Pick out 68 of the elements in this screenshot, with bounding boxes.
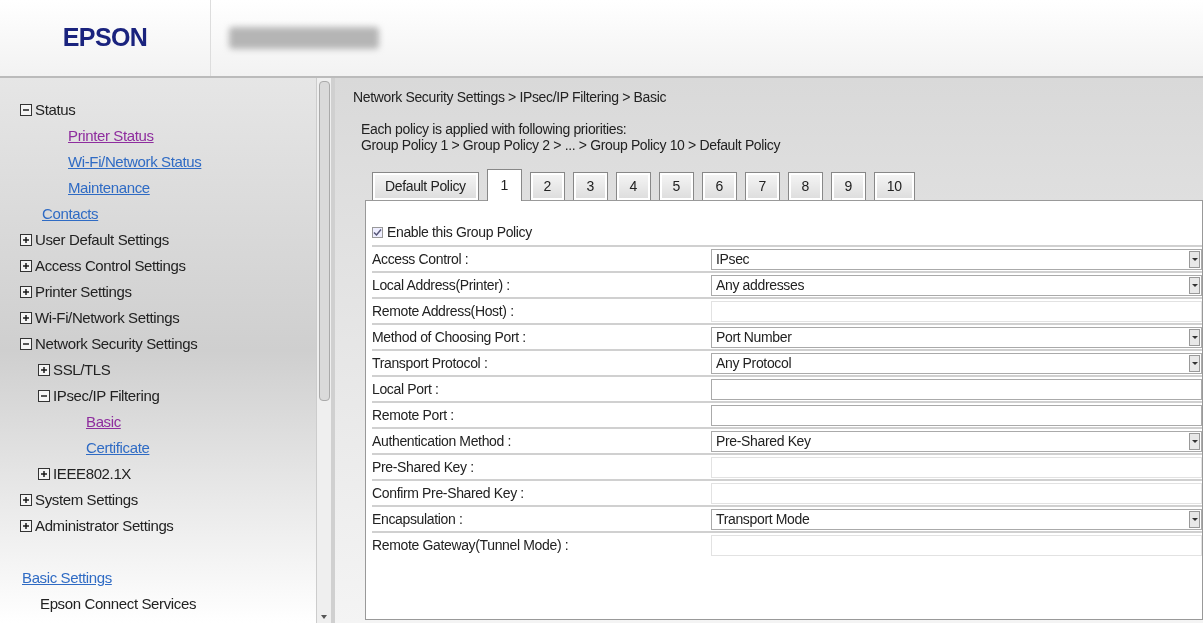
breadcrumb: Network Security Settings > IPsec/IP Filtering > Basic	[353, 88, 668, 107]
brand-logo: EPSON	[62, 22, 148, 54]
tree-item[interactable]: User Default Settings	[35, 228, 169, 252]
field-label: Confirm Pre-Shared Key :	[372, 483, 525, 503]
policy-tab[interactable]: 10	[873, 172, 915, 200]
tree-item[interactable]: Status	[35, 98, 76, 122]
policy-tab[interactable]: 4	[615, 172, 651, 200]
expand-icon[interactable]	[38, 468, 50, 480]
expand-icon[interactable]	[20, 494, 32, 506]
policy-tab[interactable]: 5	[658, 172, 694, 200]
field-label: Remote Gateway(Tunnel Mode) :	[372, 535, 570, 555]
field-label: Local Port :	[372, 379, 440, 399]
dropdown[interactable]: Transport Mode	[711, 508, 1202, 530]
tree-item[interactable]: Access Control Settings	[35, 254, 186, 278]
collapse-icon[interactable]	[20, 104, 32, 116]
description-text: Each policy is applied with following priorities:	[361, 121, 628, 137]
nav-link[interactable]: Wi-Fi/Network Status	[68, 150, 202, 174]
nav-item[interactable]: Epson Connect Services	[40, 592, 196, 616]
policy-tab[interactable]: Default Policy	[372, 172, 479, 200]
tree-item[interactable]: Printer Settings	[35, 280, 132, 304]
nav-link[interactable]: Maintenance	[68, 176, 150, 200]
policy-tab[interactable]: 8	[787, 172, 823, 200]
dropdown[interactable]: Pre-Shared Key	[711, 430, 1202, 452]
dropdown[interactable]: IPsec	[711, 248, 1202, 270]
policy-tab[interactable]: 9	[830, 172, 866, 200]
expand-icon[interactable]	[20, 234, 32, 246]
nav-link[interactable]: Certificate	[86, 436, 150, 460]
nav-link[interactable]: Basic	[86, 410, 121, 434]
nav-link[interactable]: Printer Status	[68, 124, 154, 148]
expand-icon[interactable]	[20, 520, 32, 532]
field-label: Access Control :	[372, 249, 470, 269]
field-label: Local Address(Printer) :	[372, 275, 511, 295]
checkbox-label: Enable this Group Policy	[387, 222, 532, 242]
tree-item[interactable]: System Settings	[35, 488, 138, 512]
dropdown[interactable]: Any addresses	[711, 274, 1202, 296]
expand-icon[interactable]	[20, 312, 32, 324]
dropdown[interactable]: Any Protocol	[711, 352, 1202, 374]
expand-icon[interactable]	[20, 286, 32, 298]
tree-item[interactable]: IPsec/IP Filtering	[53, 384, 160, 408]
policy-tab[interactable]: 7	[744, 172, 780, 200]
field-label: Encapsulation :	[372, 509, 464, 529]
input-field[interactable]	[711, 404, 1202, 426]
tree-item[interactable]: Wi-Fi/Network Settings	[35, 306, 180, 330]
field-label: Authentication Method :	[372, 431, 513, 451]
policy-tab[interactable]: 3	[572, 172, 608, 200]
field-label: Remote Port :	[372, 405, 455, 425]
collapse-icon[interactable]	[38, 390, 50, 402]
field-label: Method of Choosing Port :	[372, 327, 527, 347]
policy-tab[interactable]: 6	[701, 172, 737, 200]
input-field[interactable]	[711, 378, 1202, 400]
tree-item[interactable]: SSL/TLS	[53, 358, 111, 382]
nav-link[interactable]: Basic Settings	[22, 566, 112, 590]
field-label: Remote Address(Host) :	[372, 301, 515, 321]
dropdown[interactable]: Port Number	[711, 326, 1202, 348]
field-label: Pre-Shared Key :	[372, 457, 475, 477]
policy-tab[interactable]: 2	[529, 172, 565, 200]
nav-link[interactable]: Contacts	[42, 202, 99, 226]
tree-item[interactable]: Administrator Settings	[35, 514, 174, 538]
expand-icon[interactable]	[38, 364, 50, 376]
policy-tab[interactable]: 1	[486, 169, 522, 201]
tree-item[interactable]: Network Security Settings	[35, 332, 198, 356]
field-label: Transport Protocol :	[372, 353, 489, 373]
collapse-icon[interactable]	[20, 338, 32, 350]
description-text: Group Policy 1 > Group Policy 2 > ... > Group Policy 10 > Default Policy	[361, 137, 782, 153]
checkbox[interactable]	[372, 226, 383, 238]
scroll-bar[interactable]	[316, 78, 331, 623]
tree-item[interactable]: IEEE802.1X	[53, 462, 131, 486]
expand-icon[interactable]	[20, 260, 32, 272]
